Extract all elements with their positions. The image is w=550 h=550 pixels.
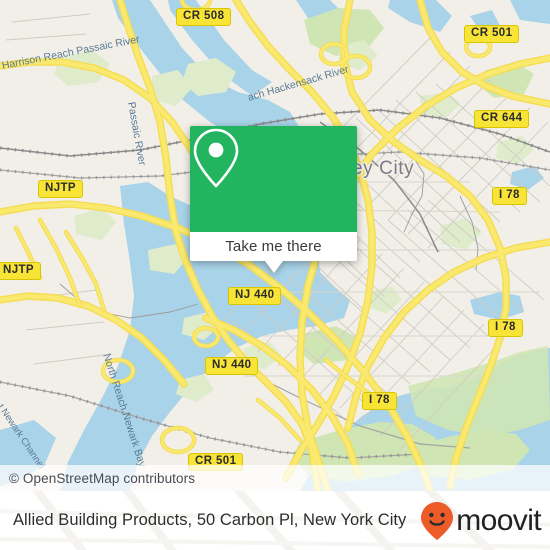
moovit-logo[interactable]: moovit: [420, 491, 542, 550]
route-shield: NJTP: [38, 180, 83, 198]
take-me-there-button[interactable]: Take me there: [190, 232, 357, 273]
osm-attribution[interactable]: © OpenStreetMap contributors: [0, 465, 550, 491]
footer-bar: Allied Building Products, 50 Carbon Pl, …: [0, 491, 550, 550]
moovit-smiley-pin-icon: [421, 501, 454, 540]
popup-image-panel: [190, 126, 357, 232]
route-shield: NJ 440: [205, 357, 259, 375]
route-shield: I 78: [492, 187, 527, 205]
osm-attribution-text: © OpenStreetMap contributors: [9, 470, 196, 486]
moovit-wordmark: moovit: [456, 503, 541, 537]
location-popup[interactable]: Take me there: [190, 126, 357, 273]
route-shield: CR 508: [176, 8, 232, 26]
route-shield: I 78: [488, 319, 523, 337]
route-shield: CR 501: [464, 25, 520, 43]
route-shield: NJ 440: [228, 287, 282, 305]
map-screenshot: .water{fill:#a9d3e8;} .green{fill:#cfe5b…: [0, 0, 550, 550]
popup-tail: [264, 261, 283, 273]
route-shield: I 78: [362, 392, 397, 410]
route-shield: CR 644: [474, 110, 530, 128]
take-me-there-label: Take me there: [225, 238, 322, 255]
map-canvas[interactable]: .water{fill:#a9d3e8;} .green{fill:#cfe5b…: [0, 0, 550, 491]
map-pin-icon: [193, 128, 239, 188]
page-title: Allied Building Products, 50 Carbon Pl, …: [13, 511, 407, 529]
place-label: ey City: [352, 158, 415, 179]
route-shield: NJTP: [0, 262, 41, 280]
